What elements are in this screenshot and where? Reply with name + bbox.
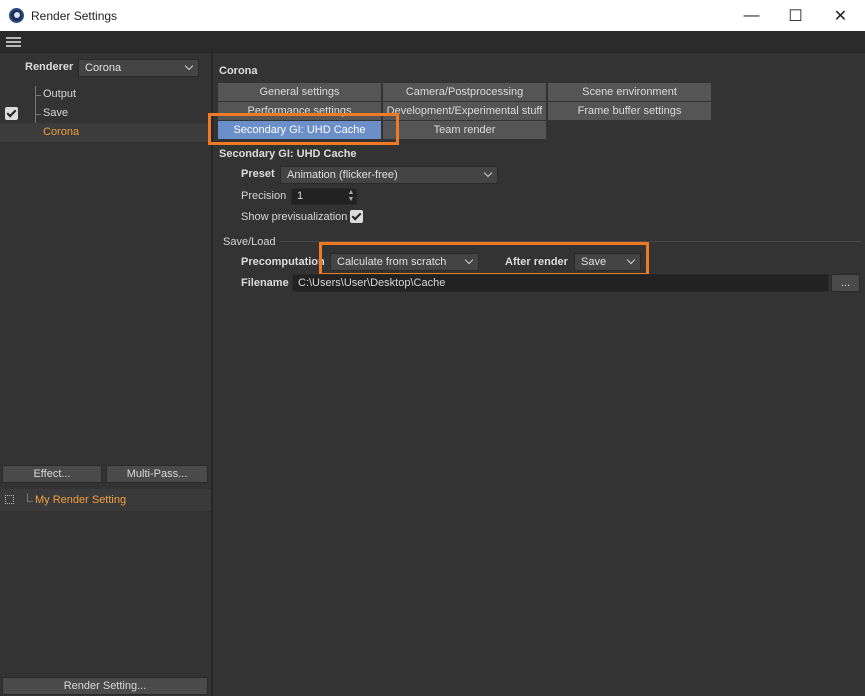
saveload-label: Save/Load <box>223 236 276 248</box>
window-title: Render Settings <box>31 9 118 23</box>
tree-item-output[interactable]: Output <box>43 85 76 104</box>
tab-frame-buffer-settings[interactable]: Frame buffer settings <box>548 102 712 121</box>
maximize-button[interactable]: ☐ <box>773 0 818 31</box>
filename-label: Filename <box>241 277 289 289</box>
focus-icon <box>5 495 14 504</box>
render-setting-item[interactable]: My Render Setting <box>35 494 126 506</box>
precomputation-label: Precomputation <box>241 256 325 268</box>
precision-value: 1 <box>297 190 304 202</box>
app-icon <box>9 8 24 23</box>
show-previsualization-checkbox[interactable] <box>350 210 363 223</box>
browse-button[interactable]: ... <box>831 274 860 292</box>
effect-button[interactable]: Effect... <box>2 465 102 483</box>
highlight-box-tab <box>208 113 399 145</box>
title-bar: Render Settings — ☐ ✕ <box>0 0 865 31</box>
tree-item-save[interactable]: Save <box>43 104 68 123</box>
preset-select[interactable]: Animation (flicker-free) <box>280 166 498 184</box>
close-button[interactable]: ✕ <box>818 0 863 31</box>
hamburger-menu-icon[interactable] <box>6 37 21 48</box>
preset-label: Preset <box>241 168 275 180</box>
multipass-button[interactable]: Multi-Pass... <box>106 465 208 483</box>
tree-connector <box>35 95 41 96</box>
filename-input[interactable]: C:\Users\User\Desktop\Cache <box>292 274 829 292</box>
tree-connector <box>35 114 41 115</box>
highlight-box-precomputation <box>319 242 649 276</box>
renderer-label: Renderer <box>25 61 74 73</box>
minimize-button[interactable]: — <box>729 0 774 31</box>
tab-team-render[interactable]: Team render <box>383 121 547 140</box>
section-title: Corona <box>219 65 258 77</box>
renderer-select[interactable]: Corona <box>78 59 199 77</box>
render-setting-button[interactable]: Render Setting... <box>2 677 208 695</box>
tab-scene-environment[interactable]: Scene environment <box>548 83 712 102</box>
renderer-select-value: Corona <box>85 62 122 74</box>
filename-value: C:\Users\User\Desktop\Cache <box>298 277 446 289</box>
chevron-down-icon <box>184 61 194 71</box>
preset-select-value: Animation (flicker-free) <box>287 169 398 181</box>
precision-stepper[interactable]: ▲ ▼ <box>347 189 355 204</box>
save-checkbox[interactable] <box>5 107 18 120</box>
tree-item-corona[interactable]: Corona <box>43 123 79 142</box>
left-panel <box>0 53 213 696</box>
chevron-down-icon <box>483 168 493 178</box>
menu-strip <box>0 31 865 53</box>
tree-item-corona-row <box>0 123 211 142</box>
tab-general-settings[interactable]: General settings <box>218 83 382 102</box>
tree-connector <box>27 493 28 501</box>
show-previsualization-label: Show previsualization <box>241 211 348 223</box>
tab-camera-postprocessing[interactable]: Camera/Postprocessing <box>383 83 547 102</box>
tree-connector <box>27 501 33 502</box>
precision-label: Precision <box>241 190 287 202</box>
uhd-cache-title: Secondary GI: UHD Cache <box>219 148 357 160</box>
tab-development-experimental[interactable]: Development/Experimental stuff <box>383 102 547 121</box>
